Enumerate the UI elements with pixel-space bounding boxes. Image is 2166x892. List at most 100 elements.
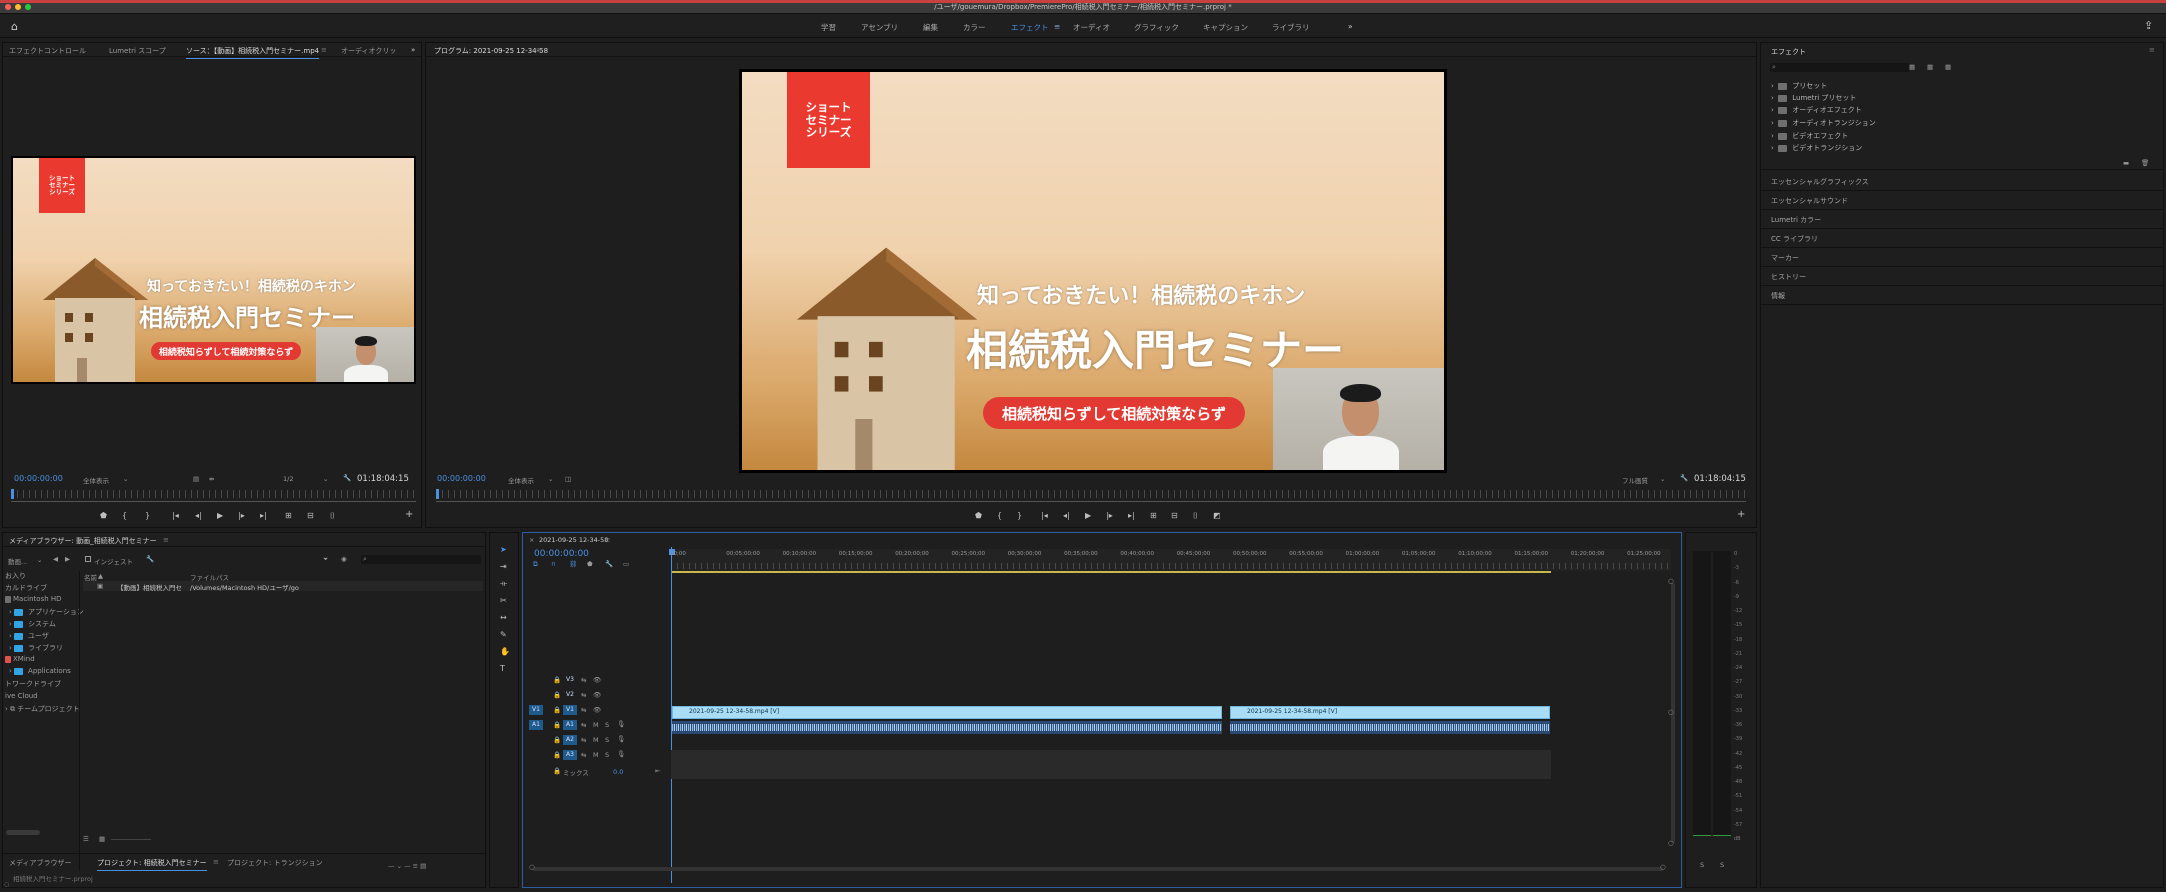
lock-icon[interactable]: 🔒 <box>553 706 561 714</box>
sidebar-applications[interactable]: › Applications <box>9 667 71 675</box>
type-tool-icon[interactable]: T <box>500 664 505 673</box>
sidebar-macintosh-hd[interactable]: Macintosh HD <box>5 595 62 603</box>
program-settings-icon[interactable]: ◫ <box>565 475 571 483</box>
tab-lumetri-scopes[interactable]: Lumetri スコープ <box>109 46 166 56</box>
tab-audio-clip-mixer[interactable]: オーディオクリッ <box>341 46 396 56</box>
effects-tree-audio-transitions[interactable]: › オーディオトランジション <box>1771 118 1876 128</box>
video-clip-2[interactable]: 2021-09-25 12-34-58.mp4 [V] <box>1230 706 1550 719</box>
solo-right-button[interactable]: S <box>1720 861 1724 869</box>
workspaces-more-icon[interactable]: » <box>1348 22 1353 31</box>
sync-lock-icon[interactable]: ⇆ <box>581 706 586 714</box>
effects-search-input[interactable]: ⌕ <box>1770 63 1910 72</box>
source-overwrite-icon[interactable]: ⊟ <box>307 511 314 520</box>
sidebar-creative-cloud[interactable]: ive Cloud <box>5 692 38 700</box>
lock-icon[interactable]: 🔒 <box>553 721 561 729</box>
section-markers[interactable]: マーカー <box>1771 253 1799 263</box>
work-area-bar[interactable] <box>671 571 1551 573</box>
ingest-checkbox[interactable] <box>85 556 91 562</box>
timeline-horizontal-scrollbar[interactable] <box>533 867 1663 871</box>
solo-left-button[interactable]: S <box>1700 861 1704 869</box>
source-add-button-icon[interactable]: + <box>405 509 413 520</box>
source-zoom-chevron-icon[interactable]: ⌄ <box>123 475 128 483</box>
nest-toggle-icon[interactable]: ⧉ <box>533 560 538 569</box>
mute-a2[interactable]: M <box>593 736 599 744</box>
ripple-edit-tool-icon[interactable]: ⟛ <box>500 579 507 589</box>
captions-icon[interactable]: ▭ <box>623 560 629 568</box>
track-v1-label[interactable]: V1 <box>563 705 577 715</box>
accelerated-effects-icon[interactable]: ▦ <box>1909 63 1915 71</box>
zoom-slider[interactable] <box>111 839 151 840</box>
tab-timeline[interactable]: 2021-09-25 12-34-58 <box>539 536 608 544</box>
section-essential-sound[interactable]: エッセンシャルサウンド <box>1771 196 1848 206</box>
share-icon[interactable]: ⇪ <box>2144 19 2153 32</box>
source-zoom-select[interactable]: 全体表示 <box>83 475 109 485</box>
program-add-marker-icon[interactable]: ⬟ <box>975 511 982 520</box>
program-zoom-chevron-icon[interactable]: ⌄ <box>548 475 553 483</box>
program-zoom-select[interactable]: 全体表示 <box>508 475 534 485</box>
workspace-captions[interactable]: キャプション <box>1203 22 1248 33</box>
source-mark-out-icon[interactable]: } <box>145 511 150 520</box>
program-wrench-icon[interactable]: 🔧 <box>1680 474 1688 482</box>
sync-lock-icon[interactable]: ⇆ <box>581 676 586 684</box>
media-filter-chevron-icon[interactable]: ⌄ <box>37 556 42 564</box>
slip-tool-icon[interactable]: ↔ <box>500 613 507 622</box>
workspace-graphics[interactable]: グラフィック <box>1134 22 1179 33</box>
workspace-libraries[interactable]: ライブラリ <box>1272 22 1310 33</box>
tab-project-transitions[interactable]: プロジェクト: トランジション <box>227 858 323 868</box>
program-playhead[interactable] <box>436 489 439 499</box>
source-export-frame-icon[interactable]: ⌷ <box>330 511 335 521</box>
timeline-menu-icon[interactable]: ≡ <box>605 536 610 544</box>
source-go-to-in-icon[interactable]: |◂ <box>172 511 179 520</box>
track-a2-label[interactable]: A2 <box>563 735 577 745</box>
sidebar-local-drives[interactable]: カルドライブ <box>5 583 47 593</box>
workspace-audio[interactable]: オーディオ <box>1073 22 1110 33</box>
timeline-settings-icon[interactable]: 🔧 <box>605 560 613 568</box>
source-settings-icon[interactable]: ▤ <box>193 475 199 483</box>
vscroll-bottom-handle-icon[interactable]: ○ <box>1668 839 1674 847</box>
pen-tool-icon[interactable]: ✎ <box>500 630 507 639</box>
tab-source[interactable]: ソース：【動画】相続税入門セミナー.mp4 <box>186 46 320 59</box>
sidebar-applications-jp[interactable]: › アプリケーション <box>9 607 84 617</box>
source-drag-icon[interactable]: ⇹ <box>209 475 214 483</box>
eye-icon[interactable]: 👁 <box>593 691 601 699</box>
workspace-edit[interactable]: 編集 <box>923 22 938 33</box>
yuv-effects-icon[interactable]: ▦ <box>1945 63 1951 71</box>
sync-lock-icon[interactable]: ⇆ <box>581 736 586 744</box>
32bit-effects-icon[interactable]: ▦ <box>1927 63 1933 71</box>
lock-icon[interactable]: 🔒 <box>553 676 561 684</box>
sync-lock-icon[interactable]: ⇆ <box>581 721 586 729</box>
timeline-timecode[interactable]: 00:00:00:00 <box>534 549 589 559</box>
program-quality-chevron-icon[interactable]: ⌄ <box>1660 475 1665 483</box>
effects-tree-audio-effects[interactable]: › オーディオエフェクト <box>1771 105 1862 115</box>
workspace-color[interactable]: カラー <box>963 22 986 33</box>
effects-panel-menu-icon[interactable]: ≡ <box>2149 46 2155 54</box>
program-quality-select[interactable]: フル画質 <box>1622 475 1648 485</box>
back-arrow-icon[interactable]: ◀ <box>53 555 58 563</box>
project-toolbar-icons[interactable]: — ⌄ — ≡ ▤ <box>388 862 426 870</box>
add-marker-icon[interactable]: ⬟ <box>587 560 593 568</box>
hand-tool-icon[interactable]: ✋ <box>500 647 510 656</box>
solo-a2[interactable]: S <box>605 736 609 744</box>
program-timecode[interactable]: 00:00:00:00 <box>437 474 486 483</box>
source-go-to-out-icon[interactable]: ▸| <box>260 511 267 520</box>
tab-program[interactable]: プログラム: 2021-09-25 12-34-58 <box>434 46 548 58</box>
mic-icon[interactable]: 🎙 <box>617 735 625 743</box>
program-scrub-bar[interactable] <box>436 501 1746 502</box>
section-essential-graphics[interactable]: エッセンシャルグラフィックス <box>1771 177 1869 187</box>
source-add-marker-icon[interactable]: ⬟ <box>100 511 107 520</box>
section-history[interactable]: ヒストリー <box>1771 272 1806 282</box>
forward-arrow-icon[interactable]: ▶ <box>65 555 70 563</box>
section-cc-libraries[interactable]: CC ライブラリ <box>1771 234 1818 244</box>
source-patch-v1[interactable]: V1 <box>529 705 543 715</box>
source-resolution-chevron-icon[interactable]: ⌄ <box>323 475 328 483</box>
source-playhead[interactable] <box>11 489 14 499</box>
lock-icon[interactable]: 🔒 <box>553 751 561 759</box>
lock-icon[interactable]: 🔒 <box>553 691 561 699</box>
program-play-icon[interactable]: ▶ <box>1085 511 1091 520</box>
sidebar-team-projects[interactable]: › ⧉ チームプロジェクト <box>5 704 80 714</box>
sidebar-favorites[interactable]: お入り <box>5 571 26 581</box>
home-icon[interactable]: ⌂ <box>11 20 18 33</box>
video-clip-1[interactable]: 2021-09-25 12-34-58.mp4 [V] <box>672 706 1222 719</box>
effects-tree-video-effects[interactable]: › ビデオエフェクト <box>1771 131 1848 141</box>
workspace-assembly[interactable]: アセンブリ <box>861 22 898 33</box>
